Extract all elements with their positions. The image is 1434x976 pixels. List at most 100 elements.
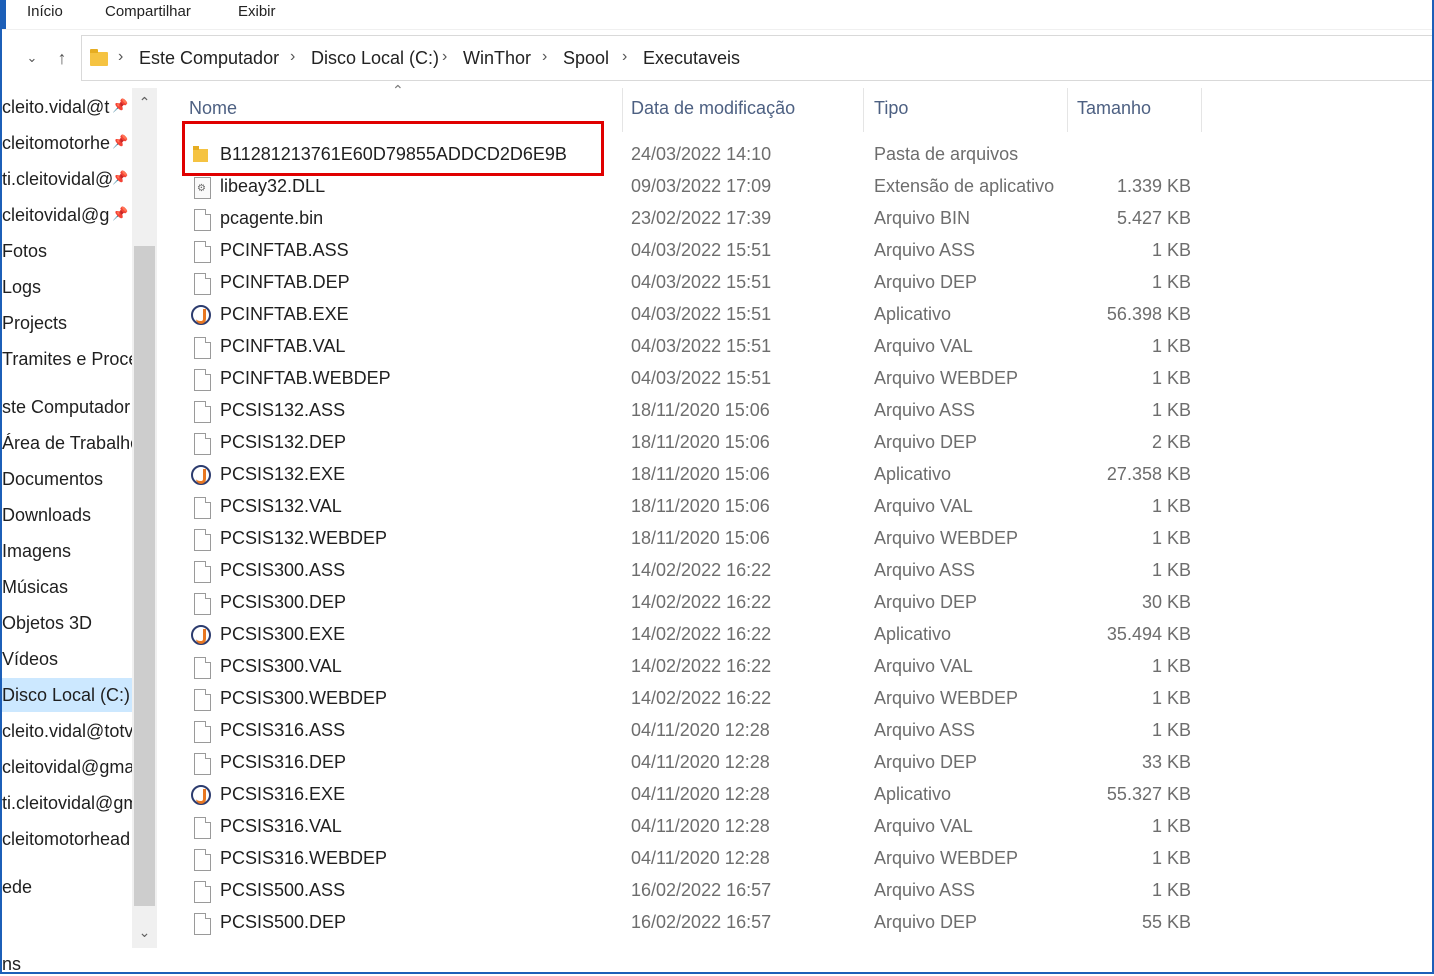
breadcrumb-disco-local[interactable]: Disco Local (C:) xyxy=(311,48,439,69)
breadcrumb-este-computador[interactable]: Este Computador xyxy=(139,48,279,69)
nav-item-label: Objetos 3D xyxy=(2,613,93,633)
chevron-right-icon[interactable]: › xyxy=(118,48,123,66)
file-size: 1 KB xyxy=(1151,272,1191,292)
file-row[interactable]: pcagente.bin 23/02/2022 17:39 Arquivo BIN 5… xyxy=(157,204,1432,236)
scroll-down-arrow-icon[interactable]: ⌄ xyxy=(132,918,157,946)
file-type: Aplicativo xyxy=(874,624,952,644)
chevron-right-icon[interactable]: › xyxy=(622,48,627,66)
breadcrumb-executaveis[interactable]: Executaveis xyxy=(643,48,740,69)
file-row[interactable]: PCINFTAB.VAL 04/03/2022 15:51 Arquivo VAL 1… xyxy=(157,332,1432,364)
column-nome[interactable]: Nome xyxy=(189,98,237,119)
file-type: Arquivo VAL xyxy=(874,656,973,676)
file-row[interactable]: PCSIS300.DEP 14/02/2022 16:22 Arquivo DEP 3… xyxy=(157,588,1432,620)
file-row[interactable]: PCINFTAB.DEP 04/03/2022 15:51 Arquivo DEP 1… xyxy=(157,268,1432,300)
file-row[interactable]: PCSIS316.WEBDEP 04/11/2020 12:28 Arquivo W… xyxy=(157,844,1432,876)
sidebar-item-network-drive[interactable]: ti.cleitovidal@gm xyxy=(2,788,132,818)
up-arrow-icon[interactable]: ↑ xyxy=(50,45,74,71)
file-name: PCSIS316.DEP xyxy=(220,752,347,772)
file-row[interactable]: PCSIS132.ASS 18/11/2020 15:06 Arquivo ASS 1… xyxy=(157,396,1432,428)
file-date: 14/02/2022 16:22 xyxy=(631,656,772,676)
column-tamanho[interactable]: Tamanho xyxy=(1077,98,1151,119)
pin-icon[interactable]: 📌 xyxy=(112,206,128,222)
file-type: Pasta de arquivos xyxy=(874,144,1019,164)
file-type: Arquivo DEP xyxy=(874,432,978,452)
chevron-right-icon[interactable]: › xyxy=(542,48,547,66)
file-type: Arquivo VAL xyxy=(874,816,973,836)
file-row[interactable]: PCSIS132.VAL 18/11/2020 15:06 Arquivo VAL 1… xyxy=(157,492,1432,524)
pin-icon[interactable]: 📌 xyxy=(112,134,128,150)
file-row[interactable]: PCSIS132.DEP 18/11/2020 15:06 Arquivo DEP 2… xyxy=(157,428,1432,460)
sidebar-item-network-drive[interactable]: cleitomotorhead xyxy=(2,824,130,854)
address-bar[interactable]: › Este Computador › Disco Local (C:) › W… xyxy=(81,35,1432,81)
file-name: PCSIS132.ASS xyxy=(220,400,346,420)
file-row[interactable]: PCSIS300.VAL 14/02/2022 16:22 Arquivo VAL 1… xyxy=(157,652,1432,684)
sidebar-item-videos[interactable]: Vídeos xyxy=(2,644,58,674)
recent-locations-chevron-icon[interactable]: ⌄ xyxy=(20,45,44,71)
sidebar-item-disco-local[interactable]: Disco Local (C:) xyxy=(2,678,132,712)
sidebar-item-fotos[interactable]: Fotos xyxy=(2,236,47,266)
scroll-up-arrow-icon[interactable]: ⌃ xyxy=(132,88,157,116)
nav-item-label: cleitovidal@gma xyxy=(2,757,132,777)
file-size: 5.427 KB xyxy=(1116,208,1191,228)
tab-exibir[interactable]: Exibir xyxy=(238,3,276,20)
sidebar-item-network-drive[interactable]: cleito.vidal@totv xyxy=(2,716,132,746)
quick-access-item[interactable]: ti.cleitovidal@ xyxy=(2,164,113,194)
sidebar-item-network-drive[interactable]: cleitovidal@gma xyxy=(2,752,132,782)
tab-compartilhar[interactable]: Compartilhar xyxy=(105,3,191,20)
nav-item-label: Logs xyxy=(2,277,42,297)
file-row[interactable]: PCSIS132.WEBDEP 18/11/2020 15:06 Arquivo W… xyxy=(157,524,1432,556)
sidebar-item-tramites[interactable]: Tramites e Proce xyxy=(2,344,132,374)
tab-inicio[interactable]: Início xyxy=(27,3,63,20)
file-type: Arquivo ASS xyxy=(874,880,976,900)
column-data-de-modificacao[interactable]: Data de modificação xyxy=(631,98,795,119)
file-date: 23/02/2022 17:39 xyxy=(631,208,772,228)
file-name: PCINFTAB.VAL xyxy=(220,336,346,356)
quick-access-item[interactable]: cleito.vidal@t xyxy=(2,92,109,122)
quick-access-item[interactable]: cleitomotorhe xyxy=(2,128,110,158)
scrollbar-thumb[interactable] xyxy=(134,246,155,906)
breadcrumb-spool[interactable]: Spool xyxy=(563,48,609,69)
file-row[interactable]: PCSIS316.DEP 04/11/2020 12:28 Arquivo DEP 3… xyxy=(157,748,1432,780)
sidebar-item-downloads[interactable]: Downloads xyxy=(2,500,91,530)
chevron-right-icon[interactable]: › xyxy=(290,48,295,66)
pin-icon[interactable]: 📌 xyxy=(112,98,128,114)
file-date: 18/11/2020 15:06 xyxy=(631,496,770,516)
breadcrumb-winthor[interactable]: WinThor xyxy=(463,48,531,69)
file-row[interactable]: PCSIS316.VAL 04/11/2020 12:28 Arquivo VAL 1… xyxy=(157,812,1432,844)
file-row[interactable]: ⚙ libeay32.DLL 09/03/2022 17:09 Extensão de… xyxy=(157,172,1432,204)
sidebar-item-rede[interactable]: ede xyxy=(2,872,32,902)
sidebar-item-musicas[interactable]: Músicas xyxy=(2,572,68,602)
sidebar-item-este-computador[interactable]: ste Computador xyxy=(2,392,130,422)
file-row[interactable]: PCSIS316.EXE 04/11/2020 12:28 Aplicativo 55… xyxy=(157,780,1432,812)
file-row[interactable]: PCSIS300.WEBDEP 14/02/2022 16:22 Arquivo W… xyxy=(157,684,1432,716)
column-tipo[interactable]: Tipo xyxy=(874,98,908,119)
app-icon xyxy=(191,625,211,645)
sidebar-item-projects[interactable]: Projects xyxy=(2,308,67,338)
file-row[interactable]: PCSIS132.EXE 18/11/2020 15:06 Aplicativo 27… xyxy=(157,460,1432,492)
file-row[interactable]: PCINFTAB.WEBDEP 04/03/2022 15:51 Arquivo W… xyxy=(157,364,1432,396)
sidebar-item-area-de-trabalho[interactable]: Área de Trabalho xyxy=(2,428,132,458)
sidebar-item-imagens[interactable]: Imagens xyxy=(2,536,71,566)
column-divider[interactable] xyxy=(622,88,623,132)
navigation-bar: ⌄ ↑ › Este Computador › Disco Local (C:)… xyxy=(2,31,1432,86)
file-name: PCSIS316.ASS xyxy=(220,720,346,740)
file-row[interactable]: PCSIS316.ASS 04/11/2020 12:28 Arquivo ASS 1… xyxy=(157,716,1432,748)
column-divider[interactable] xyxy=(1201,88,1202,132)
sidebar-item-objetos-3d[interactable]: Objetos 3D xyxy=(2,608,92,638)
file-row[interactable]: PCSIS500.DEP 16/02/2022 16:57 Arquivo DEP 5… xyxy=(157,908,1432,940)
column-divider[interactable] xyxy=(1067,88,1068,132)
file-type: Arquivo WEBDEP xyxy=(874,368,1019,388)
file-row[interactable]: PCSIS300.EXE 14/02/2022 16:22 Aplicativo 35… xyxy=(157,620,1432,652)
file-row[interactable]: PCSIS500.ASS 16/02/2022 16:57 Arquivo ASS 1… xyxy=(157,876,1432,908)
navigation-pane-scrollbar[interactable]: ⌃ ⌄ xyxy=(132,88,157,948)
chevron-right-icon[interactable]: › xyxy=(442,48,447,66)
sidebar-item-documentos[interactable]: Documentos xyxy=(2,464,103,494)
sidebar-item-logs[interactable]: Logs xyxy=(2,272,41,302)
sidebar-item-partial[interactable]: ns xyxy=(2,949,21,972)
file-row[interactable]: PCINFTAB.ASS 04/03/2022 15:51 Arquivo ASS 1… xyxy=(157,236,1432,268)
file-row[interactable]: PCINFTAB.EXE 04/03/2022 15:51 Aplicativo 56… xyxy=(157,300,1432,332)
quick-access-item[interactable]: cleitovidal@g xyxy=(2,200,109,230)
file-row[interactable]: PCSIS300.ASS 14/02/2022 16:22 Arquivo ASS 1… xyxy=(157,556,1432,588)
pin-icon[interactable]: 📌 xyxy=(112,170,128,186)
column-divider[interactable] xyxy=(863,88,864,132)
